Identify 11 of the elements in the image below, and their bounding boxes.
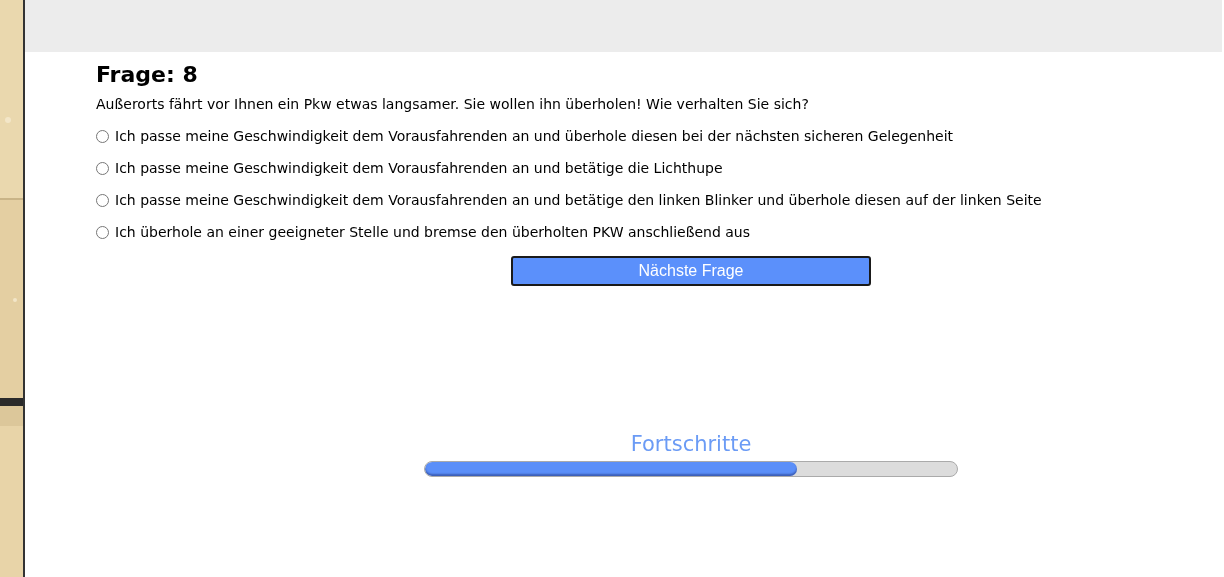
answer-label[interactable]: Ich passe meine Geschwindigkeit dem Vorausfahrenden an und überhole diesen bei der nächsten sicheren Gelegenheit bbox=[115, 125, 953, 147]
progress-title: Fortschritte bbox=[630, 431, 752, 458]
answer-label[interactable]: Ich überhole an einer geeigneter Stelle und bremse den überholten PKW anschließend aus bbox=[115, 221, 751, 243]
question-title: Frage: 8 bbox=[96, 61, 198, 89]
question-text: Außerorts fährt vor Ihnen ein Pkw etwas langsamer. Sie wollen ihn überholen! Wie verhalten Sie sich? bbox=[96, 95, 809, 114]
answer-label[interactable]: Ich passe meine Geschwindigkeit dem Vorausfahrenden an und betätige die Lichthupe bbox=[115, 157, 723, 179]
radio-button[interactable] bbox=[96, 129, 109, 143]
answer-label[interactable]: Ich passe meine Geschwindigkeit dem Vorausfahrenden an und betätige den linken Blinker und überhole diesen auf der linken Seite bbox=[115, 189, 1042, 211]
radio-button[interactable] bbox=[96, 193, 109, 207]
radio-button[interactable] bbox=[96, 225, 109, 239]
radio-button[interactable] bbox=[96, 161, 109, 175]
